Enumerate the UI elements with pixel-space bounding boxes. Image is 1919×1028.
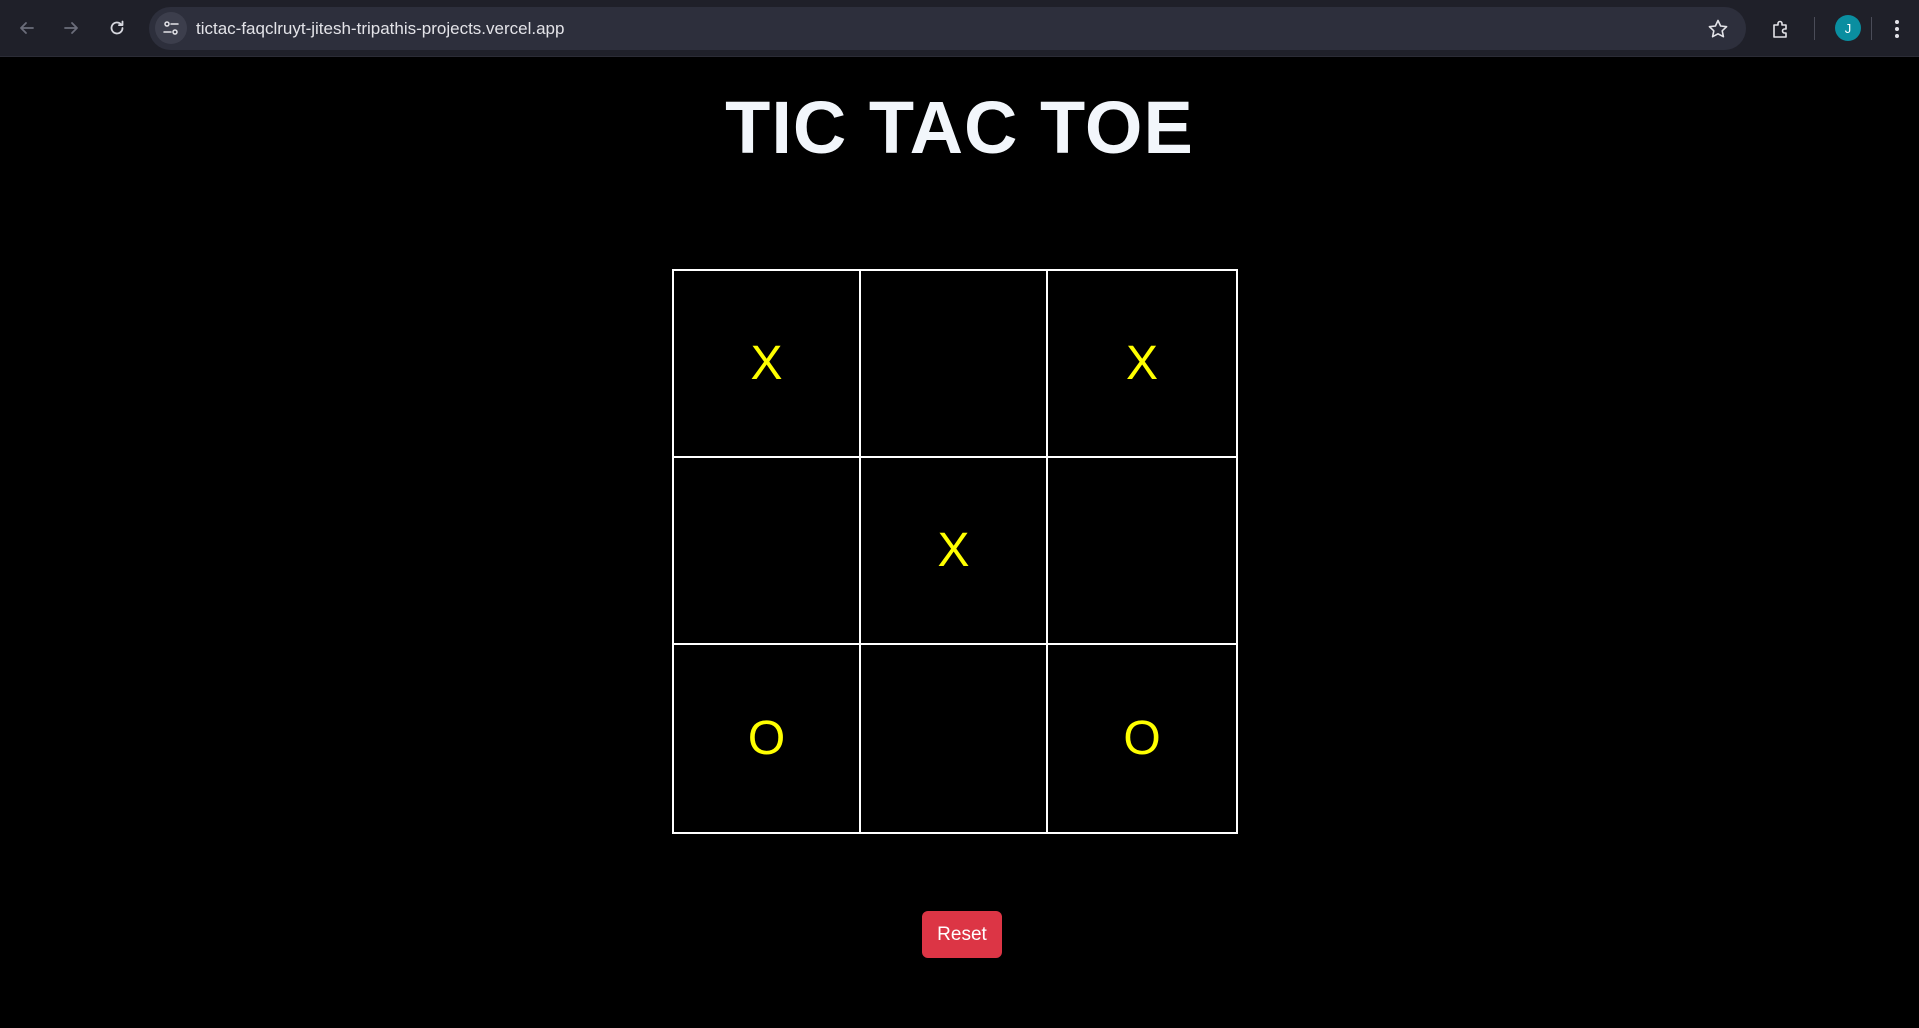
browser-menu-button[interactable] (1882, 12, 1912, 46)
url-text[interactable]: tictac-faqclruyt-jitesh-tripathis-projec… (196, 7, 564, 50)
tune-icon (163, 21, 179, 35)
board-cell-1-2[interactable] (1048, 458, 1236, 645)
toolbar-separator (1814, 17, 1815, 40)
back-button[interactable] (11, 12, 43, 44)
board-cell-2-0[interactable]: O (674, 645, 861, 832)
board-cell-1-0[interactable] (674, 458, 861, 645)
arrow-right-icon (64, 22, 78, 34)
arrow-left-icon (20, 22, 34, 34)
puzzle-icon (1773, 20, 1787, 38)
page-content: TIC TAC TOE X X X O O Reset (0, 58, 1919, 1028)
extensions-button[interactable] (1764, 12, 1798, 46)
bookmark-button[interactable] (1705, 16, 1731, 42)
star-icon (1708, 19, 1728, 38)
reload-button[interactable] (101, 12, 133, 44)
reset-button[interactable]: Reset (922, 911, 1002, 958)
reload-icon (110, 20, 124, 35)
site-info-button[interactable] (155, 12, 187, 44)
board-cell-0-1[interactable] (861, 271, 1048, 458)
board-cell-2-2[interactable]: O (1048, 645, 1236, 832)
toolbar-separator (1871, 17, 1872, 40)
board-cell-1-1[interactable]: X (861, 458, 1048, 645)
forward-button[interactable] (55, 12, 87, 44)
browser-toolbar: tictac-faqclruyt-jitesh-tripathis-projec… (0, 0, 1919, 57)
board-cell-0-2[interactable]: X (1048, 271, 1236, 458)
board-cell-2-1[interactable] (861, 645, 1048, 832)
profile-avatar[interactable]: J (1835, 15, 1861, 41)
kebab-menu-icon (1895, 20, 1899, 38)
board-cell-0-0[interactable]: X (674, 271, 861, 458)
game-board: X X X O O (672, 269, 1238, 834)
game-title: TIC TAC TOE (725, 86, 1194, 169)
address-bar[interactable]: tictac-faqclruyt-jitesh-tripathis-projec… (149, 7, 1746, 50)
